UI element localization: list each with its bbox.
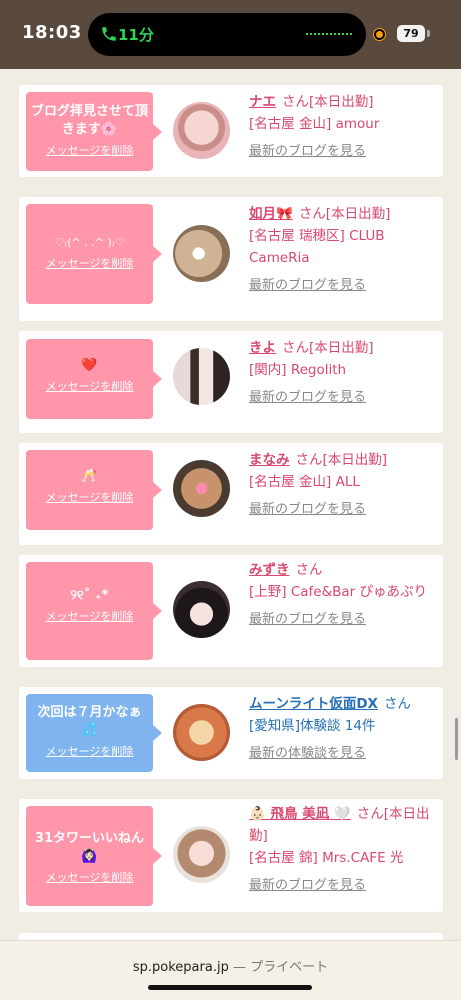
clock: 18:03	[22, 22, 82, 43]
cast-info: 👶🏻 飛鳥 美凪 🤍 さん[本日出勤] [名古屋 錦] Mrs.CAFE 光 最新…	[249, 803, 439, 897]
cast-info: きよ さん[本日出勤] [関内] Regolith 最新のブログを見る	[249, 337, 439, 409]
avatar[interactable]	[173, 348, 230, 405]
latest-review-link[interactable]: 最新の体験談を見る	[249, 743, 449, 765]
reviewer-suffix: さん	[383, 696, 411, 712]
reviewer-name-link[interactable]: ムーンライト仮面DX	[249, 696, 378, 712]
private-mode-label: プライベート	[250, 960, 329, 975]
avatar[interactable]	[173, 581, 230, 638]
domain-text: sp.pokepara.jp	[132, 960, 229, 975]
shop-name: [名古屋 瑞穂区] CLUB CameRia	[249, 228, 385, 266]
avatar[interactable]	[173, 460, 230, 517]
battery-icon: 79	[397, 25, 425, 42]
shop-name: [関内] Regolith	[249, 362, 347, 378]
privacy-indicator-icon	[374, 29, 385, 40]
latest-blog-link[interactable]: 最新のブログを見る	[249, 141, 439, 163]
list-item: ブログ拝見させて頂きます🌸 メッセージを削除 ナエ さん[本日出勤] [名古屋 金…	[19, 85, 443, 177]
list-item: ❤️ メッセージを削除 きよ さん[本日出勤] [関内] Regolith 最新の…	[19, 331, 443, 433]
cast-name-link[interactable]: ナエ	[249, 94, 276, 110]
message-text: ❤️	[81, 358, 98, 373]
avatar[interactable]	[173, 225, 230, 282]
delete-message-link[interactable]: メッセージを削除	[26, 142, 153, 158]
phone-icon	[102, 27, 116, 41]
shop-name: [上野] Cafe&Bar ぴゅあぷり	[249, 584, 427, 600]
message-bubble: 🥂 メッセージを削除	[26, 450, 162, 530]
latest-blog-link[interactable]: 最新のブログを見る	[249, 875, 439, 897]
cast-info: 如月🎀 さん[本日出勤] [名古屋 瑞穂区] CLUB CameRia 最新のブロ…	[249, 203, 439, 297]
latest-blog-link[interactable]: 最新のブログを見る	[249, 609, 439, 631]
latest-blog-link[interactable]: 最新のブログを見る	[249, 499, 439, 521]
list-item: 次回は７月かなぁ💦 メッセージを削除 ムーンライト仮面DX さん [愛知県]体験談…	[19, 687, 443, 779]
cast-name-link[interactable]: 👶🏻 飛鳥 美凪 🤍	[249, 806, 351, 822]
cast-name-link[interactable]: まなみ	[249, 452, 290, 468]
shop-name: [名古屋 錦] Mrs.CAFE 光	[249, 850, 404, 866]
audio-wave-icon	[306, 33, 352, 35]
message-text: ♡₍(^ . .^ )₎♡	[54, 236, 125, 249]
avatar[interactable]	[173, 102, 230, 159]
message-bubble: ブログ拝見させて頂きます🌸 メッセージを削除	[26, 92, 162, 171]
cast-info: まなみ さん[本日出勤] [名古屋 金山] ALL 最新のブログを見る	[249, 449, 439, 521]
cast-info: ナエ さん[本日出勤] [名古屋 金山] amour 最新のブログを見る	[249, 91, 439, 163]
cast-status: さん[本日出勤]	[298, 206, 391, 222]
message-text: 31タワーいいねん🙆🏻‍♀️	[34, 831, 145, 864]
dynamic-island[interactable]: 11分	[88, 13, 366, 56]
home-indicator[interactable]	[148, 985, 312, 990]
message-bubble: ♡₍(^ . .^ )₎♡ メッセージを削除	[26, 204, 162, 304]
battery-tip	[427, 30, 430, 37]
address-bar-url[interactable]: sp.pokepara.jp — プライベート	[0, 956, 461, 975]
message-bubble: ❤️ メッセージを削除	[26, 339, 162, 419]
cast-status: さん[本日出勤]	[282, 94, 374, 110]
delete-message-link[interactable]: メッセージを削除	[26, 378, 153, 394]
list-item: ୨୧˚ ₊* メッセージを削除 みずき さん [上野] Cafe&Bar ぴゅあぷ…	[19, 555, 443, 667]
shop-name: [名古屋 金山] ALL	[249, 474, 360, 490]
shop-name: [名古屋 金山] amour	[249, 116, 380, 132]
review-count: [愛知県]体験談 14件	[249, 718, 376, 734]
cast-status: さん	[295, 562, 323, 578]
message-bubble: 31タワーいいねん🙆🏻‍♀️ メッセージを削除	[26, 806, 162, 906]
status-bar: 18:03 11分 79	[0, 0, 461, 69]
list-item: 🥂 メッセージを削除 まなみ さん[本日出勤] [名古屋 金山] ALL 最新のブ…	[19, 443, 443, 545]
separator: —	[228, 960, 251, 975]
call-duration: 11分	[118, 26, 154, 44]
avatar[interactable]	[173, 704, 230, 761]
delete-message-link[interactable]: メッセージを削除	[26, 869, 153, 885]
message-text: 次回は７月かなぁ💦	[37, 705, 142, 738]
cast-info: ムーンライト仮面DX さん [愛知県]体験談 14件 最新の体験談を見る	[249, 693, 449, 765]
list-item: 31タワーいいねん🙆🏻‍♀️ メッセージを削除 👶🏻 飛鳥 美凪 🤍 さん[本日出…	[19, 799, 443, 912]
delete-message-link[interactable]: メッセージを削除	[26, 608, 153, 624]
message-bubble: ୨୧˚ ₊* メッセージを削除	[26, 562, 162, 660]
message-text: 🥂	[81, 469, 98, 484]
delete-message-link[interactable]: メッセージを削除	[26, 489, 153, 505]
message-text: ୨୧˚ ₊*	[70, 588, 109, 603]
delete-message-link[interactable]: メッセージを削除	[26, 743, 153, 759]
delete-message-link[interactable]: メッセージを削除	[26, 255, 153, 271]
cast-status: さん[本日出勤]	[295, 452, 388, 468]
cast-info: みずき さん [上野] Cafe&Bar ぴゅあぷり 最新のブログを見る	[249, 559, 439, 631]
list-item: ♡₍(^ . .^ )₎♡ メッセージを削除 如月🎀 さん[本日出勤] [名古屋 …	[19, 197, 443, 321]
cast-status: さん[本日出勤]	[282, 340, 374, 356]
latest-blog-link[interactable]: 最新のブログを見る	[249, 387, 439, 409]
cast-name-link[interactable]: 如月🎀	[249, 206, 293, 222]
message-bubble: 次回は７月かなぁ💦 メッセージを削除	[26, 694, 162, 772]
avatar[interactable]	[173, 826, 230, 883]
latest-blog-link[interactable]: 最新のブログを見る	[249, 275, 439, 297]
browser-address-bar[interactable]: sp.pokepara.jp — プライベート	[0, 940, 461, 1000]
message-text: ブログ拝見させて頂きます🌸	[30, 104, 148, 137]
cast-name-link[interactable]: きよ	[249, 340, 276, 356]
scrollbar[interactable]	[455, 718, 458, 760]
cast-name-link[interactable]: みずき	[249, 562, 290, 578]
